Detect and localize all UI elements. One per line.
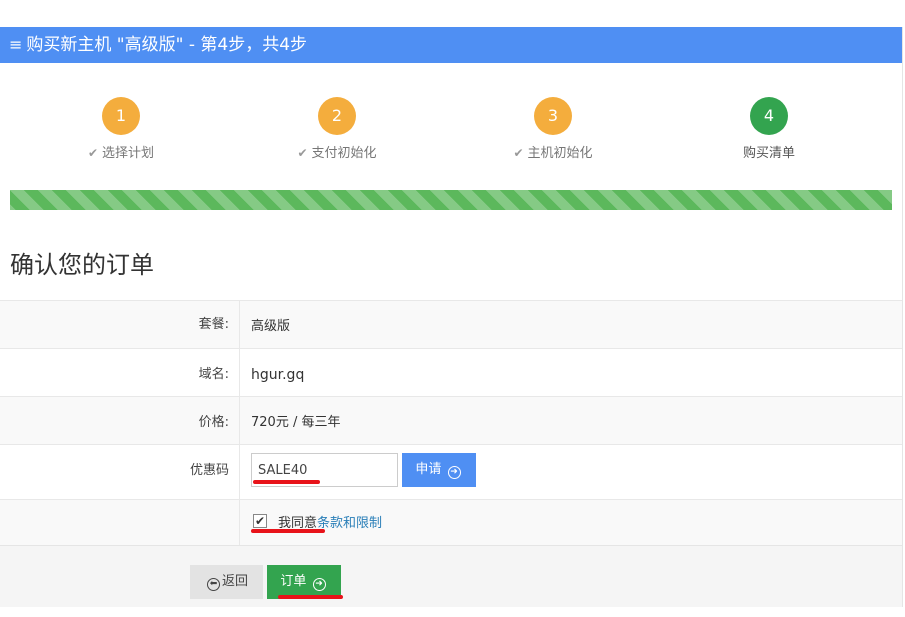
coupon-label: 优惠码: [0, 445, 240, 499]
progress-bar: [10, 190, 892, 210]
order-button-label: 订单: [280, 574, 307, 589]
step-3: 3 ✔ 主机初始化: [473, 97, 633, 161]
apply-coupon-button[interactable]: 申请 ➜: [402, 453, 476, 487]
step-number: 2: [318, 97, 356, 135]
terms-link[interactable]: 条款和限制: [317, 516, 382, 531]
step-4: 4 购买清单: [689, 97, 849, 161]
step-number: 3: [534, 97, 572, 135]
arrow-left-circle-icon: ⬅: [206, 578, 220, 591]
order-button[interactable]: 订单 ➜: [267, 565, 341, 599]
back-button-label: 返回: [221, 574, 248, 589]
arrow-right-circle-icon: ➜: [312, 578, 326, 591]
check-icon: ✔: [297, 146, 308, 160]
panel-header: ≡ 购买新主机 "高级版" - 第4步，共4步: [0, 27, 902, 63]
terms-row: ✔ 我同意条款和限制: [0, 499, 902, 546]
check-icon: ✔: [513, 146, 524, 160]
apply-button-label: 申请: [415, 462, 442, 477]
coupon-row: 优惠码 申请 ➜: [0, 444, 902, 499]
price-row: 价格: 720元 / 每三年: [0, 396, 902, 444]
step-label: 主机初始化: [527, 146, 593, 161]
annotation-underline: [251, 529, 325, 533]
price-value: 720元 / 每三年: [251, 415, 341, 430]
domain-label: 域名:: [0, 349, 240, 396]
check-icon: ✔: [87, 146, 99, 160]
back-button[interactable]: ⬅ 返回: [190, 565, 263, 599]
arrow-right-circle-icon: ➜: [447, 466, 461, 479]
plan-label: 套餐:: [0, 301, 240, 348]
price-label: 价格:: [0, 397, 240, 444]
step-label: 支付初始化: [311, 146, 377, 161]
plan-row: 套餐: 高级版: [0, 300, 902, 348]
page-title: 确认您的订单: [10, 251, 154, 279]
step-label: 购买清单: [742, 146, 795, 161]
order-panel: ≡ 购买新主机 "高级版" - 第4步，共4步 1 ✔ 选择计划 2 ✔ 支付初始化 …: [0, 27, 903, 607]
panel-title: 购买新主机 "高级版" - 第4步，共4步: [26, 35, 308, 55]
annotation-underline: [278, 595, 343, 599]
agree-checkbox[interactable]: ✔: [253, 514, 267, 528]
domain-value: hgur.gq: [251, 367, 305, 383]
form-footer: ⬅ 返回 订单 ➜: [0, 545, 902, 607]
step-2: 2 ✔ 支付初始化: [257, 97, 417, 161]
step-number: 4: [750, 97, 788, 135]
plan-value: 高级版: [251, 319, 291, 334]
step-number: 1: [102, 97, 140, 135]
step-label: 选择计划: [102, 146, 155, 161]
menu-icon: ≡: [9, 35, 23, 54]
domain-row: 域名: hgur.gq: [0, 348, 902, 396]
wizard-steps: 1 ✔ 选择计划 2 ✔ 支付初始化 3 ✔ 主机初始化 4 购买清单: [0, 97, 902, 161]
step-1: 1 ✔ 选择计划: [41, 97, 201, 161]
annotation-underline: [253, 480, 320, 484]
